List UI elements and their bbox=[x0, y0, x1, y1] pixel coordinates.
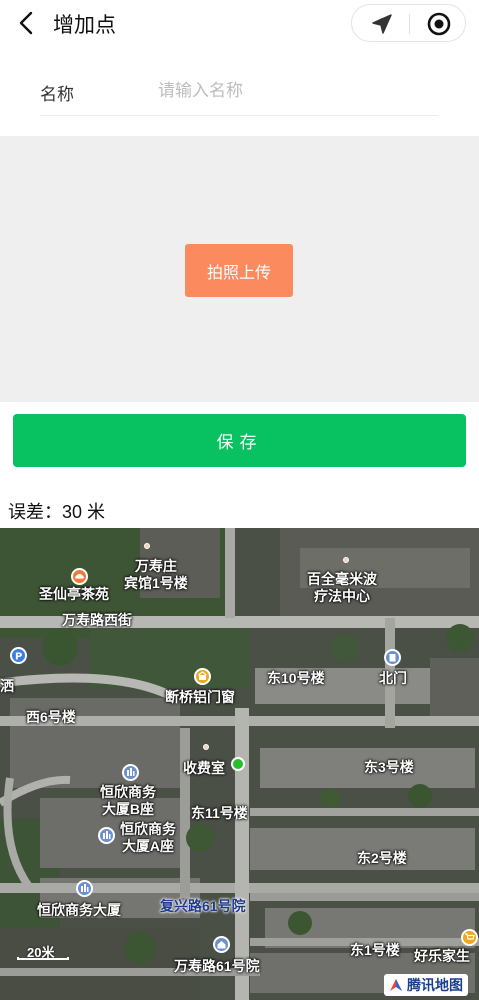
upload-photo-button[interactable]: 拍照上传 bbox=[185, 244, 293, 297]
parking-icon[interactable]: P bbox=[10, 647, 27, 664]
map-label-clinic[interactable]: 百全毫米波 疗法中心 bbox=[307, 571, 377, 605]
supermarket-poi-icon[interactable] bbox=[461, 929, 478, 946]
name-field-row: 名称 bbox=[40, 66, 438, 116]
shop-poi-icon[interactable] bbox=[194, 668, 211, 685]
tollbooth-dot-icon bbox=[203, 744, 209, 750]
map-label-east-11[interactable]: 东11号楼 bbox=[191, 805, 248, 822]
map-label-east-10[interactable]: 东10号楼 bbox=[267, 670, 325, 687]
map-label-wanshou-61[interactable]: 万寿路61号院 bbox=[174, 958, 260, 975]
map-label-east-1[interactable]: 东1号楼 bbox=[350, 942, 400, 959]
building-poi-icon-b[interactable] bbox=[122, 764, 139, 781]
capsule-menu bbox=[351, 4, 466, 42]
map-label-west-6[interactable]: 西6号楼 bbox=[26, 709, 76, 726]
navigation-bar: 增加点 bbox=[0, 0, 479, 48]
building-poi-icon-a[interactable] bbox=[98, 827, 115, 844]
name-label: 名称 bbox=[40, 85, 74, 104]
back-button[interactable] bbox=[12, 8, 42, 38]
location-button[interactable] bbox=[368, 10, 396, 38]
map-label-east-2[interactable]: 东2号楼 bbox=[357, 850, 407, 867]
map-scale-bar bbox=[17, 957, 69, 960]
map-label-edge: 洒 bbox=[0, 678, 14, 694]
satellite-map[interactable]: P 万寿庄 宾馆1号楼 百全毫米波 疗法中心 圣仙亭茶苑 万寿路西街 断桥铝门窗… bbox=[0, 528, 479, 1000]
navigation-arrow-icon bbox=[372, 14, 392, 34]
capsule-divider bbox=[409, 14, 410, 34]
map-label-east-3[interactable]: 东3号楼 bbox=[364, 759, 414, 776]
svg-text:P: P bbox=[15, 652, 22, 662]
map-scale: 20米 bbox=[17, 945, 69, 960]
map-label-wanshou-west-st[interactable]: 万寿路西街 bbox=[62, 612, 132, 629]
target-icon bbox=[427, 12, 451, 36]
tencent-map-logo-icon bbox=[390, 979, 402, 991]
map-label-hotel[interactable]: 万寿庄 宾馆1号楼 bbox=[124, 558, 188, 592]
map-label-teahouse[interactable]: 圣仙亭茶苑 bbox=[39, 586, 109, 603]
tencent-map-logo-text: 腾讯地图 bbox=[407, 977, 463, 993]
map-label-hengxin-a[interactable]: 恒欣商务 大厦A座 bbox=[120, 821, 176, 855]
building-poi-icon-main[interactable] bbox=[76, 880, 93, 897]
map-label-haolejia[interactable]: 好乐家生 bbox=[414, 948, 470, 965]
target-button[interactable] bbox=[425, 10, 453, 38]
gate-poi-icon[interactable] bbox=[384, 649, 401, 666]
clinic-dot-icon bbox=[343, 557, 349, 563]
map-label-hengxin-tower[interactable]: 恒欣商务大厦 bbox=[37, 902, 121, 919]
residence-poi-icon[interactable] bbox=[213, 936, 230, 953]
chevron-left-icon bbox=[19, 11, 33, 35]
map-label-tollbooth[interactable]: 收费室 bbox=[183, 760, 225, 777]
accuracy-text: 误差：30 米 bbox=[8, 502, 106, 522]
current-location-icon bbox=[231, 757, 245, 771]
restaurant-poi-icon[interactable] bbox=[71, 568, 88, 585]
tencent-map-logo: 腾讯地图 bbox=[384, 974, 468, 996]
page-title: 增加点 bbox=[53, 14, 116, 37]
map-label-hengxin-b[interactable]: 恒欣商务 大厦B座 bbox=[100, 784, 156, 818]
name-input[interactable] bbox=[158, 76, 428, 106]
photo-preview-area: 拍照上传 bbox=[0, 136, 479, 402]
map-label-window-shop[interactable]: 断桥铝门窗 bbox=[165, 689, 235, 706]
hotel-dot-icon bbox=[144, 543, 150, 549]
map-label-fuxing-61[interactable]: 复兴路61号院 bbox=[160, 896, 246, 916]
map-label-north-gate[interactable]: 北门 bbox=[379, 670, 407, 687]
save-button[interactable]: 保存 bbox=[13, 414, 466, 467]
